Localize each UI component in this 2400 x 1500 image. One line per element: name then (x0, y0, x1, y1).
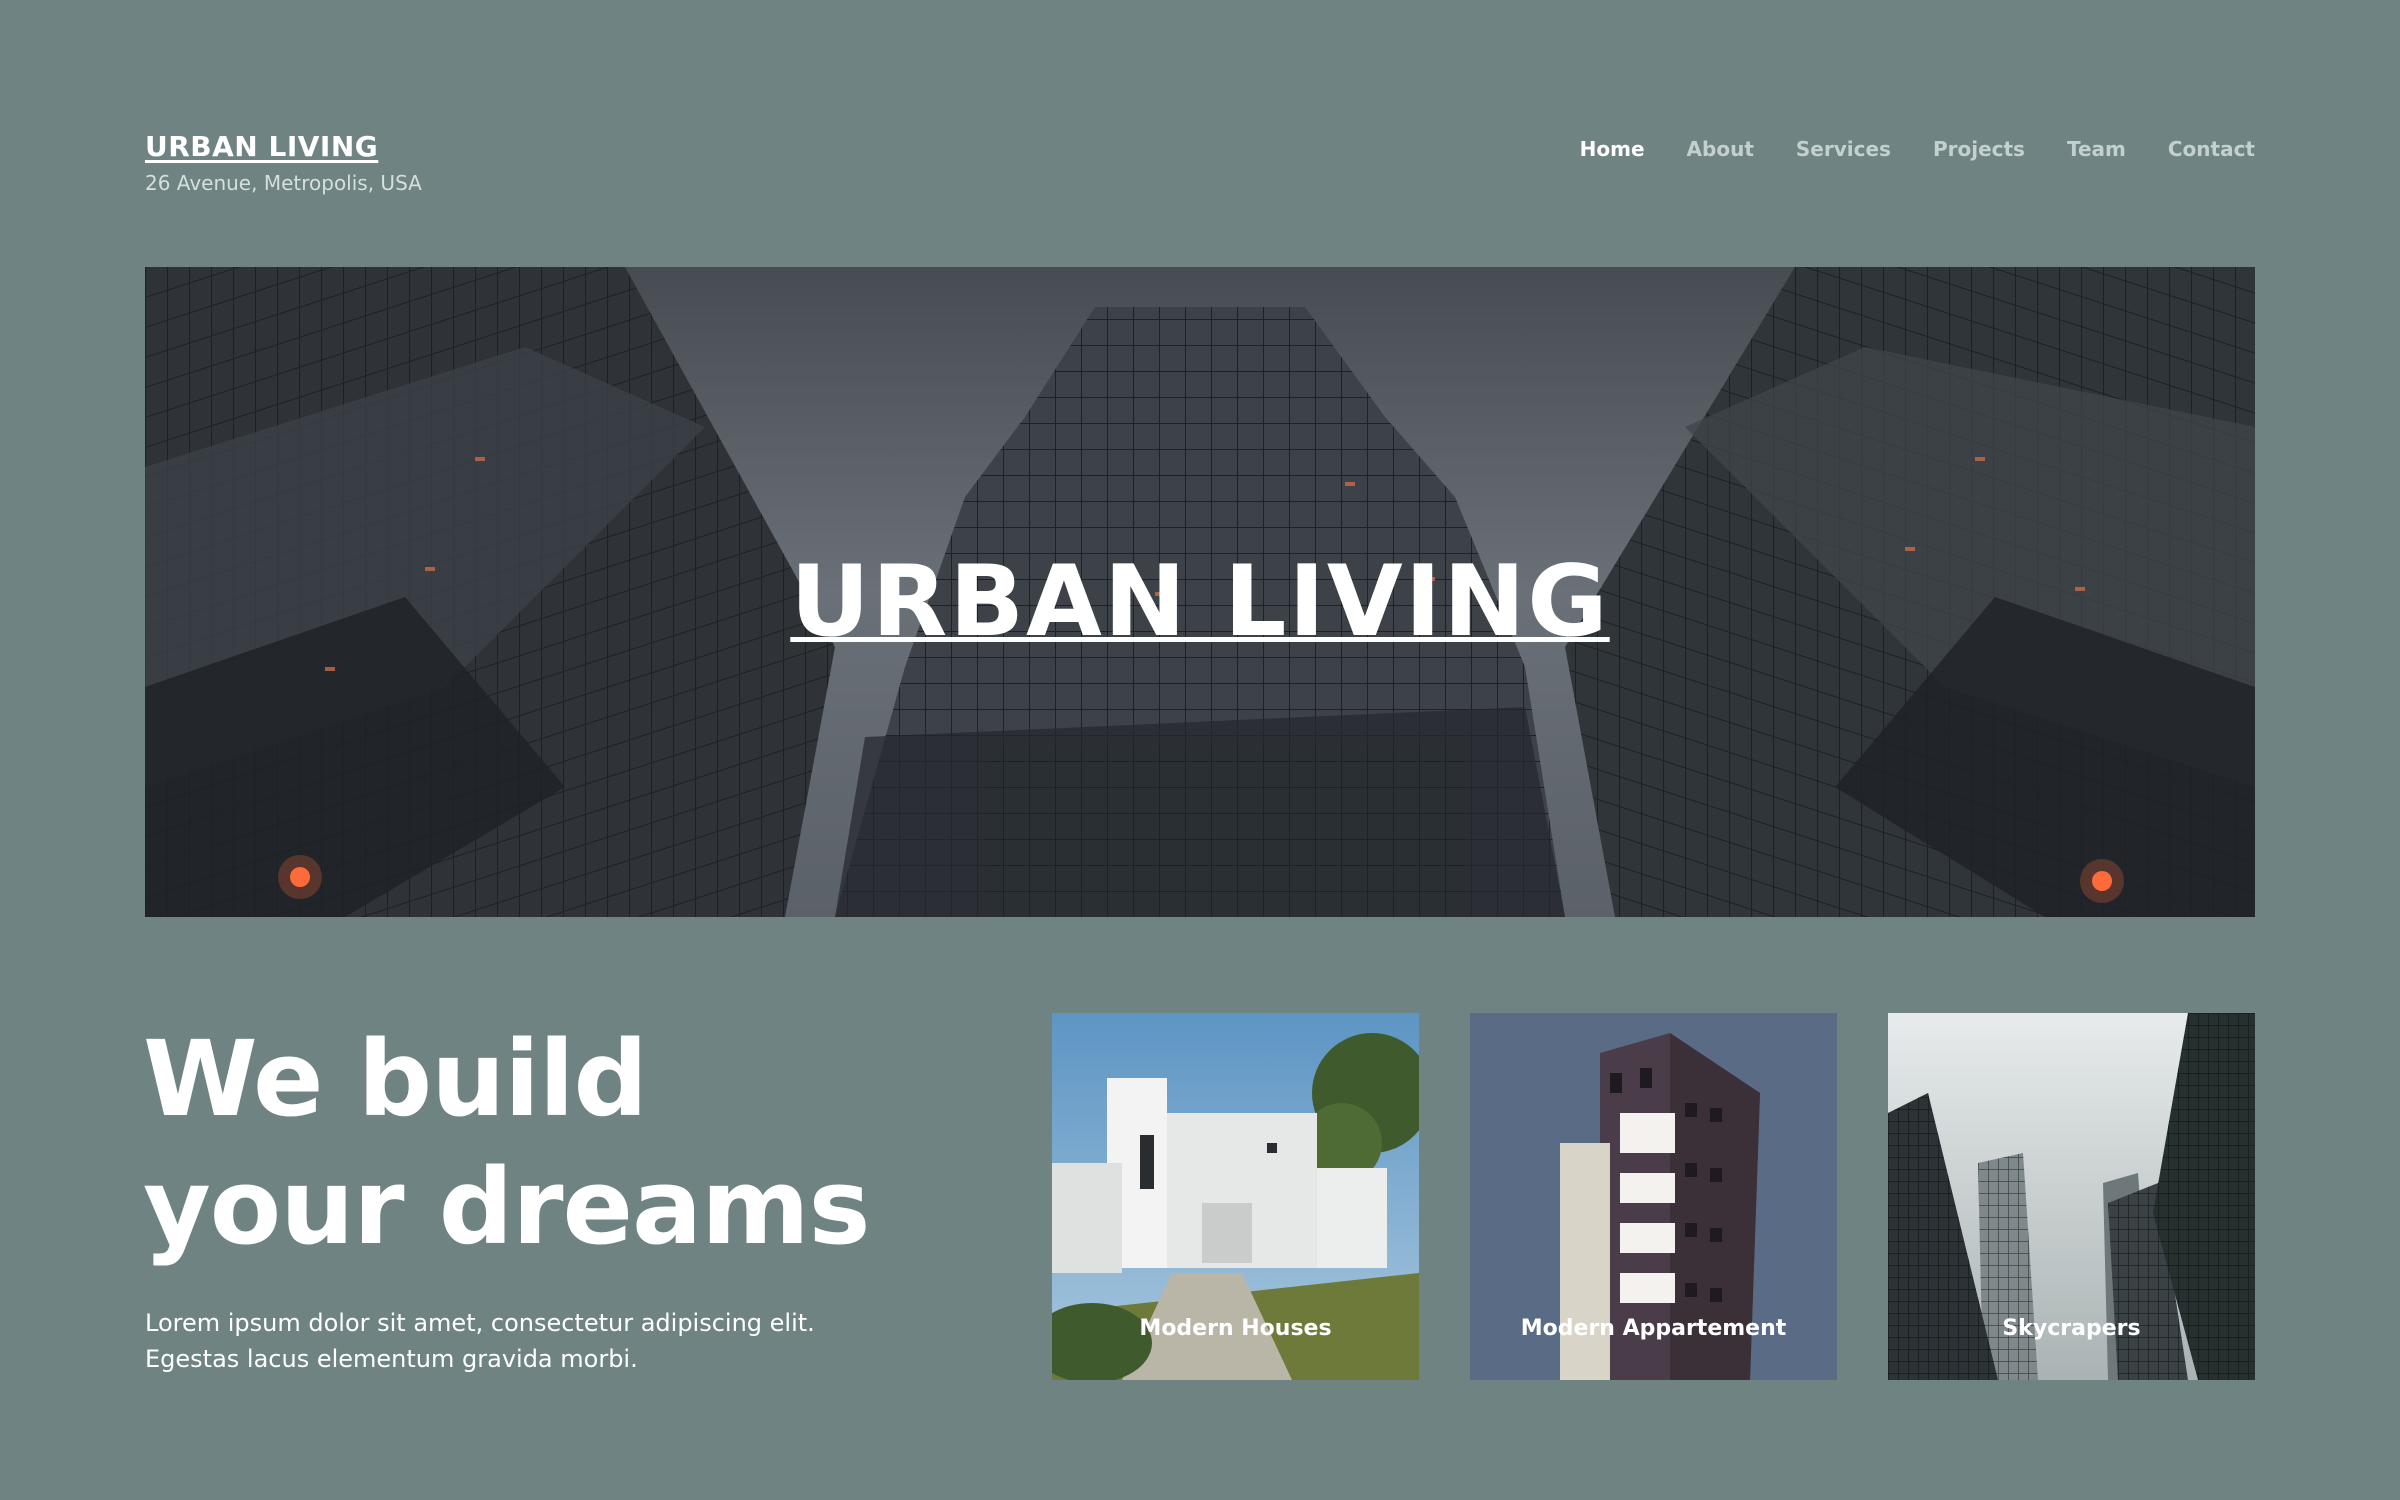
nav-item-contact[interactable]: Contact (2168, 137, 2255, 161)
hero-skyscrapers-image (145, 267, 2255, 917)
site-address: 26 Avenue, Metropolis, USA (145, 171, 422, 195)
main-nav: Home About Services Projects Team Contac… (1580, 137, 2255, 161)
card-label: Modern Appartement (1520, 1316, 1787, 1341)
intro-line-1: Lorem ipsum dolor sit amet, consectetur … (145, 1309, 815, 1337)
card-modern-houses[interactable]: Modern Houses (1052, 1013, 1419, 1380)
nav-item-services[interactable]: Services (1796, 137, 1891, 161)
card-skycrapers[interactable]: Skycrapers (1888, 1013, 2255, 1380)
intro-text: Lorem ipsum dolor sit amet, consectetur … (145, 1305, 845, 1377)
card-label: Modern Houses (1139, 1316, 1332, 1341)
intro-line-2: Egestas lacus elementum gravida morbi. (145, 1345, 638, 1373)
hero-banner: URBAN LIVING (145, 267, 2255, 917)
headline: We build your dreams (143, 1015, 870, 1271)
nav-item-projects[interactable]: Projects (1933, 137, 2025, 161)
site-title[interactable]: URBAN LIVING (145, 130, 378, 163)
headline-line-2: your dreams (143, 1146, 870, 1268)
card-modern-appartement[interactable]: Modern Appartement (1470, 1013, 1837, 1380)
card-label: Skycrapers (2002, 1316, 2141, 1341)
nav-item-home[interactable]: Home (1580, 137, 1645, 161)
nav-item-about[interactable]: About (1687, 137, 1754, 161)
headline-line-1: We build (143, 1018, 648, 1140)
nav-item-team[interactable]: Team (2067, 137, 2126, 161)
